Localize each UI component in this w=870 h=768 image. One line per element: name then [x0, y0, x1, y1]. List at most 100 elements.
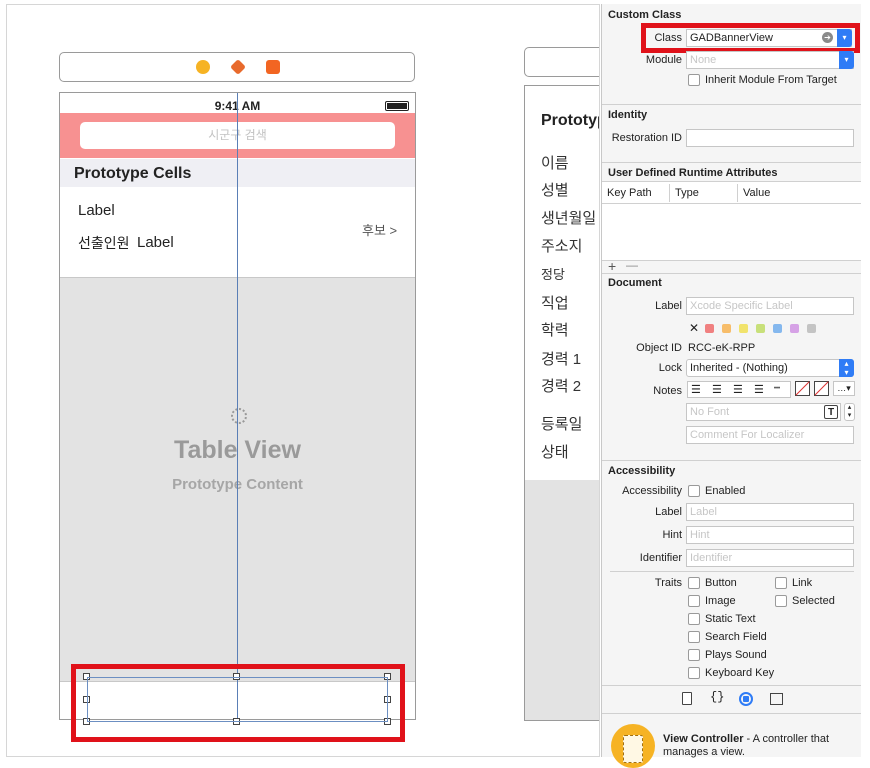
trait-link-checkbox[interactable]: [775, 577, 787, 589]
color-swatch-gray[interactable]: [807, 324, 816, 333]
code-snippet-icon[interactable]: {}: [710, 690, 724, 704]
font-size-stepper[interactable]: ▴ ▾: [844, 403, 855, 421]
library-item-title: View Controller: [663, 733, 744, 745]
view-controller-icon[interactable]: [196, 60, 210, 74]
detail-label[interactable]: 학력: [541, 319, 569, 340]
column-keypath[interactable]: Key Path: [607, 187, 652, 199]
trait-selected-checkbox[interactable]: [775, 595, 787, 607]
trait-keyboard-key-checkbox[interactable]: [688, 667, 700, 679]
class-highlight-box: [641, 23, 860, 53]
column-type[interactable]: Type: [675, 187, 699, 199]
detail-label[interactable]: 생년월일: [541, 207, 596, 228]
no-background-icon[interactable]: [814, 381, 829, 396]
trait-search-field-label: Search Field: [705, 631, 767, 643]
align-justify-icon[interactable]: ☰: [754, 383, 764, 396]
trait-selected-label: Selected: [792, 595, 835, 607]
module-dropdown-button[interactable]: ▾: [839, 51, 854, 69]
font-picker-icon[interactable]: T: [824, 405, 838, 419]
add-attribute-button[interactable]: +: [608, 258, 616, 274]
detail-label[interactable]: 상태: [541, 441, 569, 462]
xcode-label-input[interactable]: Xcode Specific Label: [686, 297, 854, 315]
traits-label: Traits: [654, 577, 682, 589]
detail-scene-dock[interactable]: [524, 47, 599, 77]
detail-label[interactable]: 경력 1: [541, 348, 581, 369]
exit-icon[interactable]: [266, 60, 280, 74]
restoration-id-input[interactable]: [686, 129, 854, 147]
align-right-icon[interactable]: ☰: [733, 383, 743, 396]
module-label: Module: [645, 54, 682, 66]
acc-label-label: Label: [655, 506, 682, 518]
detail-label[interactable]: 직업: [541, 292, 569, 313]
identifier-input[interactable]: Identifier: [686, 549, 854, 567]
storyboard-canvas[interactable]: 9:41 AM 시군구 검색 Prototype Cells Label 선출인…: [6, 4, 600, 757]
trait-image-checkbox[interactable]: [688, 595, 700, 607]
runtime-attributes-table[interactable]: Key Path Type Value: [602, 181, 861, 261]
color-swatch-orange[interactable]: [722, 324, 731, 333]
hint-input[interactable]: Hint: [686, 526, 854, 544]
detail-label[interactable]: 경력 2: [541, 375, 581, 396]
enabled-label: Enabled: [705, 485, 746, 497]
document-title: Document: [608, 277, 662, 289]
cell-prefix-label[interactable]: 선출인원: [78, 233, 130, 253]
identity-title: Identity: [608, 109, 648, 121]
color-swatch-blue[interactable]: [773, 324, 782, 333]
font-field[interactable]: No Font: [686, 403, 841, 421]
detail-label[interactable]: 등록일: [541, 413, 582, 434]
first-responder-icon[interactable]: [230, 59, 246, 75]
inherit-module-checkbox[interactable]: [688, 74, 700, 86]
trait-static-text-checkbox[interactable]: [688, 613, 700, 625]
color-swatch-green[interactable]: [756, 324, 765, 333]
align-left-icon[interactable]: ☰: [691, 383, 701, 396]
lock-select[interactable]: Inherited - (Nothing) ▴ ▾: [686, 359, 854, 377]
runtime-attributes-title: User Defined Runtime Attributes: [608, 167, 778, 179]
trait-static-text-label: Static Text: [705, 613, 756, 625]
custom-class-title: Custom Class: [608, 9, 682, 21]
module-field[interactable]: None ▾: [686, 51, 854, 69]
align-natural-icon[interactable]: ┅: [774, 383, 780, 394]
clear-color-icon[interactable]: ✕: [689, 321, 699, 335]
identity-inspector[interactable]: Custom Class Class GADBannerView ➔ ▾ Mod…: [601, 4, 861, 768]
detail-label[interactable]: 정당: [541, 264, 565, 283]
more-options-icon[interactable]: …▾: [833, 381, 855, 396]
scene-dock[interactable]: [59, 52, 415, 82]
localizer-comment-input[interactable]: Comment For Localizer: [686, 426, 854, 444]
trait-search-field-checkbox[interactable]: [688, 631, 700, 643]
column-divider: [669, 184, 670, 202]
detail-label[interactable]: 성별: [541, 179, 569, 200]
detail-label[interactable]: 주소지: [541, 235, 582, 256]
text-alignment-control[interactable]: ☰ ☰ ☰ ☰ ┅: [687, 381, 791, 398]
inherit-module-label: Inherit Module From Target: [705, 74, 837, 86]
lock-label: Lock: [658, 362, 682, 374]
cell-disclosure[interactable]: 후보 >: [362, 220, 397, 239]
color-swatch-purple[interactable]: [790, 324, 799, 333]
trait-plays-sound-label: Plays Sound: [705, 649, 767, 661]
align-center-icon[interactable]: ☰: [712, 383, 722, 396]
trait-button-label: Button: [705, 577, 737, 589]
color-swatch-red[interactable]: [705, 324, 714, 333]
object-library-icon[interactable]: [739, 692, 753, 706]
hint-label: Hint: [662, 529, 682, 541]
view-controller-library-icon[interactable]: [611, 724, 655, 768]
accessibility-enabled-checkbox[interactable]: [688, 485, 700, 497]
detail-scene[interactable]: Prototyp 이름 성별 생년월일 주소지 정당 직업 학력 경력 1 경력…: [524, 85, 599, 721]
trait-keyboard-key-label: Keyboard Key: [705, 667, 775, 679]
trait-button-checkbox[interactable]: [688, 577, 700, 589]
cell-label-2[interactable]: Label: [137, 234, 174, 251]
color-swatch-yellow[interactable]: [739, 324, 748, 333]
remove-attribute-button[interactable]: —: [626, 258, 638, 272]
lock-stepper-icon[interactable]: ▴ ▾: [839, 359, 854, 377]
table-view-scene[interactable]: 9:41 AM 시군구 검색 Prototype Cells Label 선출인…: [59, 92, 416, 720]
detail-label[interactable]: 이름: [541, 152, 569, 173]
file-template-icon[interactable]: [682, 692, 692, 705]
trait-link-label: Link: [792, 577, 813, 589]
media-library-icon[interactable]: [770, 693, 783, 705]
library-item-desc: - A controller that: [743, 733, 830, 745]
column-value[interactable]: Value: [743, 187, 770, 199]
object-id-label: Object ID: [636, 342, 682, 354]
library-item-text[interactable]: View Controller - A controller that manag…: [663, 733, 858, 759]
cell-label-1[interactable]: Label: [78, 202, 115, 219]
trait-plays-sound-checkbox[interactable]: [688, 649, 700, 661]
detail-grey-area: [525, 480, 599, 720]
no-color-icon[interactable]: [795, 381, 810, 396]
accessibility-label-input[interactable]: Label: [686, 503, 854, 521]
